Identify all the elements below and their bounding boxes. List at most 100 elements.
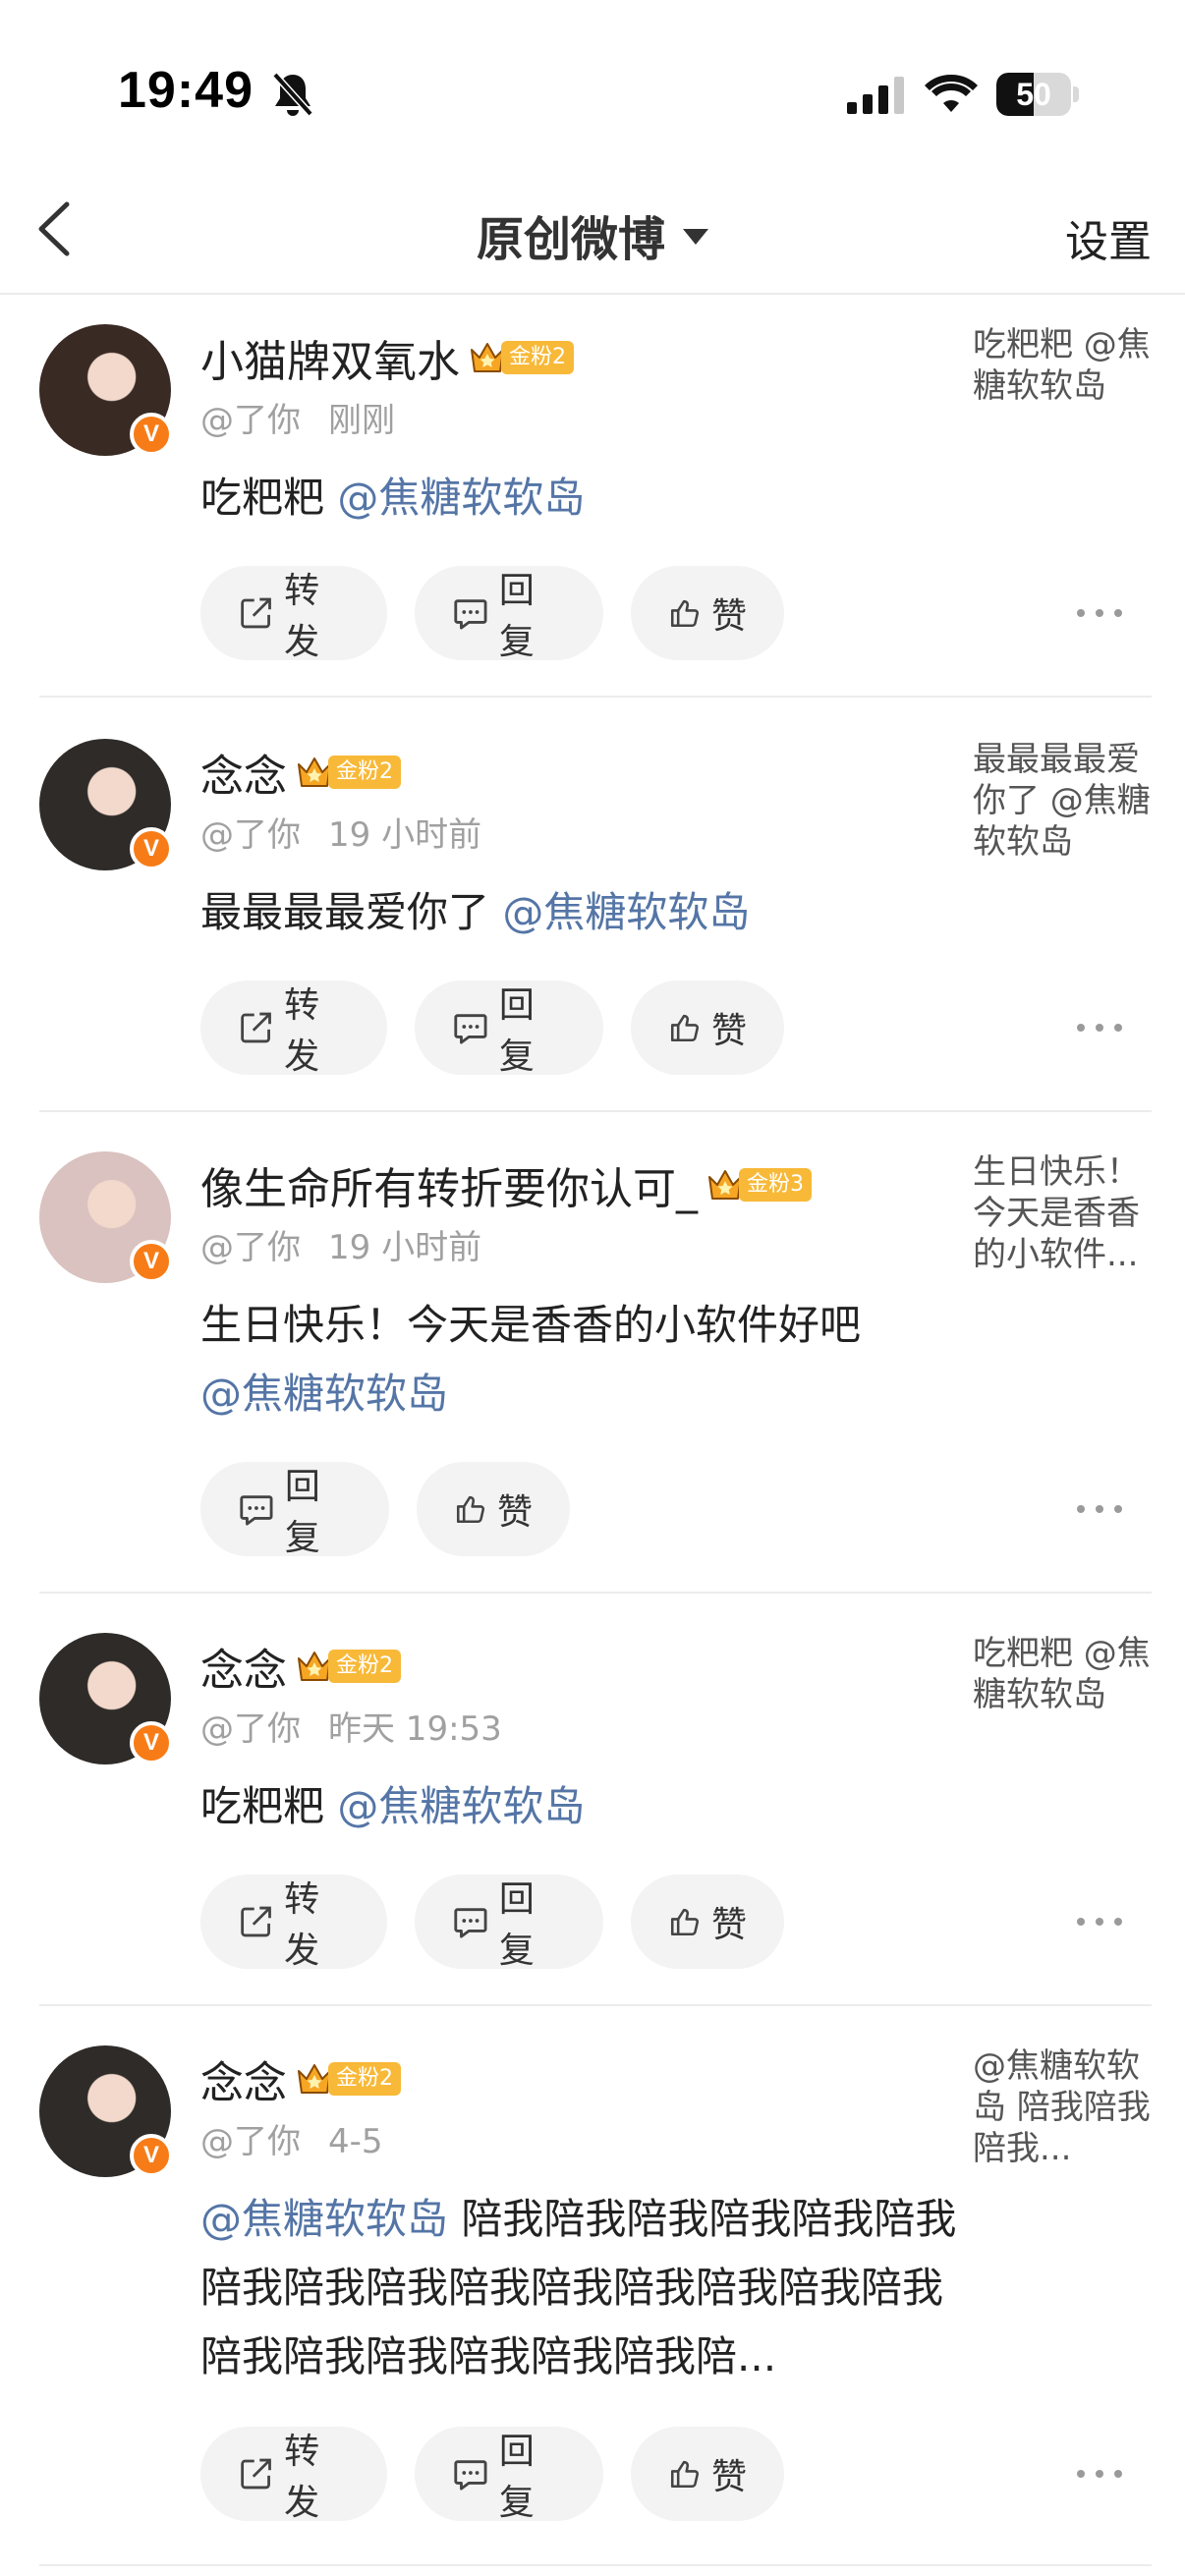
forward-button[interactable]: 转发 [200, 2427, 387, 2523]
forward-icon [241, 597, 271, 629]
quoted-post[interactable]: 吃粑粑 @焦糖软软岛 [973, 1633, 1152, 1715]
fan-badge: 金粉3 [705, 1165, 812, 1204]
reply-label: 回复 [284, 1467, 320, 1558]
forward-label: 转发 [284, 571, 320, 662]
reply-button[interactable]: 回复 [415, 2427, 603, 2523]
mention-notice: @了你 [200, 1709, 301, 1749]
user-name[interactable]: 像生命所有转折要你认可_ [200, 1153, 698, 1216]
forward-button[interactable]: 转发 [200, 980, 387, 1077]
mention-notice: @了你 [200, 401, 301, 440]
thumbs-up-icon [456, 1495, 485, 1524]
item-meta: @了你 4-5 [200, 2114, 383, 2162]
item-content[interactable]: @焦糖软软岛 陪我陪我陪我陪我陪我陪我陪我陪我陪我陪我陪我陪我陪我陪我陪我陪我陪… [200, 2185, 967, 2391]
user-name[interactable]: 念念 [200, 1635, 287, 1698]
forward-icon [241, 1906, 271, 1937]
mention-link[interactable]: @焦糖软软岛 [502, 888, 750, 936]
action-bar: 转发 回复 赞 [200, 1875, 784, 1971]
page-title: 原创微博 [476, 212, 665, 267]
like-button[interactable]: 赞 [631, 566, 784, 660]
fan-level: 金粉2 [328, 1650, 401, 1683]
thumbs-up-icon [670, 1014, 700, 1042]
forward-icon [241, 1012, 271, 1043]
thumbs-up-icon [670, 599, 700, 628]
more-options-icon[interactable] [1077, 1021, 1122, 1035]
reply-label: 回复 [498, 2432, 535, 2523]
reply-label: 回复 [498, 571, 535, 662]
verified-badge-icon: V [130, 1240, 173, 1283]
fan-level: 金粉2 [328, 2062, 401, 2096]
feed-item[interactable]: V 像生命所有转折要你认可_ 金粉3 @了你 19 小时前 生日快乐！今天是香香的… [39, 1151, 1152, 1594]
mention-link[interactable]: @焦糖软软岛 [337, 474, 585, 522]
user-name[interactable]: 小猫牌双氧水 [200, 326, 460, 389]
battery-percent: 50 [1016, 77, 1051, 112]
fan-level: 金粉2 [501, 341, 574, 374]
fan-badge: 金粉2 [295, 1647, 401, 1686]
item-content[interactable]: 吃粑粑 @焦糖软软岛 [200, 1772, 967, 1841]
reply-button[interactable]: 回复 [200, 1462, 389, 1558]
reply-label: 回复 [498, 1879, 535, 1971]
forward-label: 转发 [284, 1879, 320, 1971]
action-bar: 转发 回复 赞 [200, 566, 784, 662]
verified-badge-icon: V [130, 413, 173, 456]
feed-item[interactable]: V 念念 金粉2 @了你 19 小时前 最最最最爱你了 @焦糖软软岛 最最最最爱你… [39, 739, 1152, 1112]
item-content[interactable]: 生日快乐！今天是香香的小软件好吧 @焦糖软软岛 [200, 1291, 967, 1428]
quoted-post[interactable]: @焦糖软软岛 陪我陪我陪我... [973, 2045, 1152, 2169]
mention-notice: @了你 [200, 1228, 301, 1267]
quoted-post[interactable]: 吃粑粑 @焦糖软软岛 [973, 324, 1152, 407]
quoted-post[interactable]: 生日快乐！今天是香香的小软件... [973, 1151, 1152, 1275]
more-options-icon[interactable] [1077, 2467, 1122, 2481]
page-title-dropdown[interactable]: 原创微博 [0, 200, 1185, 269]
cellular-signal-icon [847, 77, 904, 114]
feed-item[interactable]: V 念念 金粉2 @了你 4-5 @焦糖软软岛 陪我陪我陪我陪我陪我陪我陪我陪我陪… [39, 2045, 1152, 2566]
reply-button[interactable]: 回复 [415, 1875, 603, 1971]
fan-badge: 金粉2 [468, 338, 574, 377]
item-text: 生日快乐！今天是香香的小软件好吧 [200, 1301, 862, 1349]
item-text: 最最最最爱你了 [200, 888, 503, 936]
feed-item[interactable]: V 念念 金粉2 @了你 昨天 19:53 吃粑粑 @焦糖软软岛 吃粑粑 @焦糖软… [39, 1633, 1152, 2006]
battery-indicator: 50 [996, 73, 1079, 116]
settings-button[interactable]: 设置 [1065, 206, 1152, 269]
like-label: 赞 [710, 2457, 747, 2497]
like-label: 赞 [496, 1492, 533, 1533]
fan-level: 金粉2 [328, 756, 401, 789]
timestamp: 4-5 [328, 2122, 383, 2161]
feed-item[interactable]: V 小猫牌双氧水 金粉2 @了你 刚刚 吃粑粑 @焦糖软软岛 吃粑粑 @焦糖软软岛… [39, 324, 1152, 698]
like-label: 赞 [710, 1905, 747, 1945]
like-button[interactable]: 赞 [631, 1875, 784, 1969]
name-row: 小猫牌双氧水 金粉2 [200, 328, 574, 387]
item-meta: @了你 刚刚 [200, 393, 395, 441]
more-options-icon[interactable] [1077, 606, 1122, 620]
verified-badge-icon: V [130, 1721, 173, 1764]
mention-notice: @了你 [200, 815, 301, 855]
comment-icon [454, 599, 487, 630]
user-name[interactable]: 念念 [200, 741, 287, 804]
mention-link[interactable]: @焦糖软软岛 [337, 1782, 585, 1830]
name-row: 像生命所有转折要你认可_ 金粉3 [200, 1155, 812, 1214]
like-button[interactable]: 赞 [631, 2427, 784, 2521]
item-text: 吃粑粑 [200, 474, 338, 522]
reply-button[interactable]: 回复 [415, 980, 603, 1077]
forward-label: 转发 [284, 2432, 320, 2523]
reply-button[interactable]: 回复 [415, 566, 603, 662]
like-button[interactable]: 赞 [417, 1462, 570, 1556]
forward-button[interactable]: 转发 [200, 566, 387, 662]
fan-level: 金粉3 [739, 1168, 812, 1202]
item-text: 吃粑粑 [200, 1782, 338, 1830]
mention-link[interactable]: @焦糖软软岛 [200, 1370, 448, 1418]
item-content[interactable]: 吃粑粑 @焦糖软软岛 [200, 464, 967, 532]
like-label: 赞 [710, 1011, 747, 1051]
item-meta: @了你 19 小时前 [200, 808, 481, 856]
clock: 19:49 [118, 62, 254, 119]
thumbs-up-icon [670, 2460, 700, 2489]
more-options-icon[interactable] [1077, 1915, 1122, 1929]
bell-off-icon [272, 72, 313, 117]
user-name[interactable]: 念念 [200, 2047, 287, 2110]
like-button[interactable]: 赞 [631, 980, 784, 1075]
mention-link[interactable]: @焦糖软软岛 [200, 2195, 448, 2243]
more-options-icon[interactable] [1077, 1502, 1122, 1516]
forward-button[interactable]: 转发 [200, 1875, 387, 1971]
name-row: 念念 金粉2 [200, 1637, 401, 1696]
quoted-post[interactable]: 最最最最爱你了 @焦糖软软岛 [973, 739, 1152, 863]
item-content[interactable]: 最最最最爱你了 @焦糖软软岛 [200, 878, 967, 947]
comment-icon [240, 1495, 273, 1526]
